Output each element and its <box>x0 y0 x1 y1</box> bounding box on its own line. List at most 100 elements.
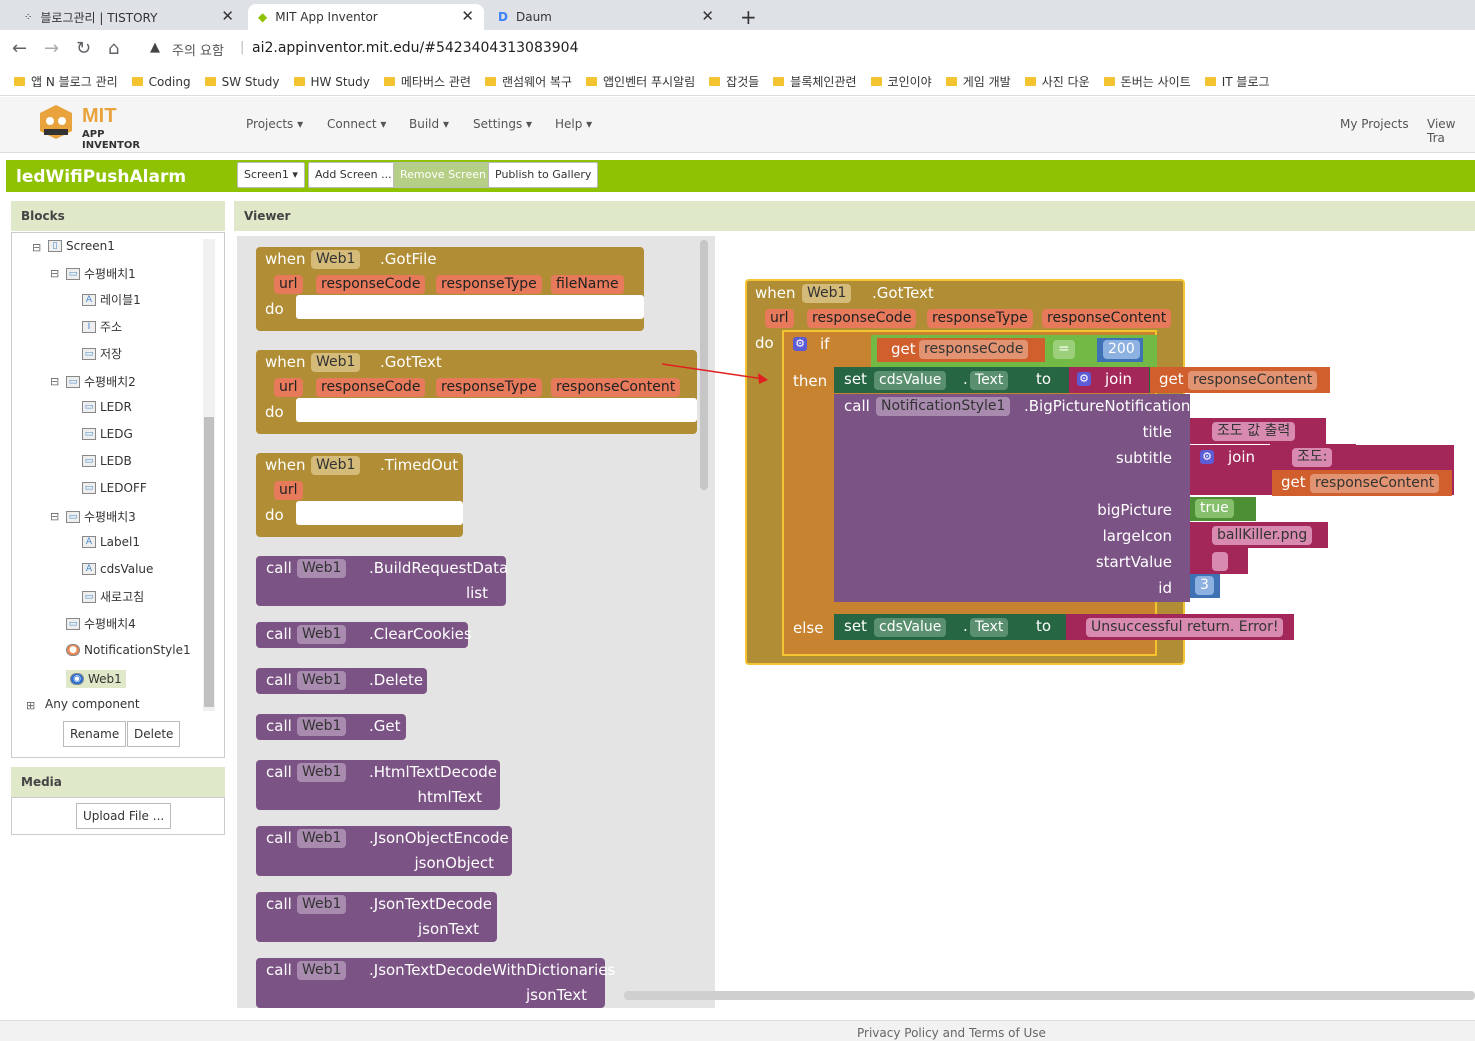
component-dropdown[interactable]: Web1 <box>297 559 347 578</box>
security-label[interactable]: 주의 요함 <box>172 40 224 59</box>
method-block[interactable]: call Web1 .JsonTextDecodeWithDictionaries j… <box>256 958 615 1008</box>
text-value[interactable]: 조도: <box>1292 448 1333 467</box>
component-dropdown[interactable]: Web1 <box>297 763 347 782</box>
close-tab-icon[interactable]: ✕ <box>701 7 714 25</box>
home-icon[interactable]: ⌂ <box>108 38 119 59</box>
add-screen-button[interactable]: Add Screen ... <box>308 162 399 188</box>
text-block[interactable]: ballKiller.png <box>1190 522 1328 548</box>
method-block[interactable]: call Web1 .ClearCookies <box>256 622 472 648</box>
mutator-icon[interactable]: ⚙ <box>793 337 807 351</box>
param-url[interactable]: url <box>274 378 303 397</box>
delete-button[interactable]: Delete <box>127 721 181 747</box>
variable-dropdown[interactable]: responseContent <box>1188 371 1318 390</box>
component-dropdown[interactable]: Web1 <box>297 625 347 644</box>
tab-app-inventor[interactable]: ◆ MIT App Inventor ✕ <box>248 4 484 30</box>
view-trash-link[interactable]: View Tra <box>1427 117 1475 145</box>
number-block[interactable]: 3 <box>1190 574 1220 598</box>
tree-item[interactable]: ▯ Screen1 <box>48 239 115 253</box>
variable-dropdown[interactable]: responseContent <box>1310 474 1440 493</box>
number-block[interactable]: 200 <box>1097 338 1143 362</box>
method-block[interactable]: call Web1 .JsonObjectEncode jsonObject <box>256 826 512 876</box>
tree-item[interactable]: Any component <box>45 697 140 711</box>
get-block[interactable]: get responseContent <box>1272 470 1452 496</box>
bookmark-item[interactable]: 잡것들 <box>709 73 759 90</box>
component-dropdown[interactable]: Web1 <box>311 250 361 269</box>
bookmark-item[interactable]: HW Study <box>293 75 370 89</box>
param-responseType[interactable]: responseType <box>436 378 542 397</box>
remove-screen-button[interactable]: Remove Screen <box>393 162 493 188</box>
menu-settings[interactable]: Settings ▾ <box>473 117 532 131</box>
warning-icon[interactable]: ▲ <box>150 40 160 55</box>
collapse-icon[interactable]: ⊟ <box>50 510 59 523</box>
bookmark-item[interactable]: 앱인벤터 푸시알림 <box>586 73 695 90</box>
param[interactable]: responseCode <box>807 309 917 328</box>
method-block[interactable]: call Web1 .BuildRequestData list <box>256 556 508 606</box>
close-tab-icon[interactable]: ✕ <box>221 7 234 25</box>
param-fileName[interactable]: fileName <box>551 275 624 294</box>
text-value[interactable]: Unsuccessful return. Error! <box>1086 618 1284 637</box>
component-dropdown[interactable]: Web1 <box>311 456 361 475</box>
tree-item[interactable]: ▭ 새로고침 <box>82 588 144 605</box>
reload-icon[interactable]: ↻ <box>76 38 91 59</box>
bookmark-item[interactable]: Coding <box>131 75 191 89</box>
bookmark-item[interactable]: 블록체인관련 <box>773 73 857 90</box>
upload-file-button[interactable]: Upload File ... <box>76 803 172 829</box>
text-block[interactable] <box>1190 548 1248 574</box>
property-dropdown[interactable]: Text <box>970 618 1009 637</box>
bookmark-item[interactable]: 사진 다운 <box>1024 73 1090 90</box>
tree-item[interactable]: ● NotificationStyle1 <box>66 643 191 657</box>
tree-item[interactable]: ◉ Web1 <box>66 670 126 688</box>
param[interactable]: responseContent <box>1042 309 1172 328</box>
bookmark-item[interactable]: 돈버는 사이트 <box>1103 73 1191 90</box>
number-value[interactable]: 200 <box>1103 340 1140 359</box>
collapse-icon[interactable]: ⊟ <box>50 375 59 388</box>
component-dropdown[interactable]: Web1 <box>297 829 347 848</box>
tab-tistory[interactable]: ⁘ 블로그관리 | TISTORY ✕ <box>14 4 244 30</box>
component-dropdown[interactable]: Web1 <box>297 961 347 980</box>
operator-dropdown[interactable]: = <box>1053 340 1075 359</box>
method-block[interactable]: call Web1 .Delete <box>256 668 427 694</box>
tree-item[interactable]: ▭ LEDG <box>82 427 133 441</box>
tree-item[interactable]: ▭ LEDR <box>82 400 132 414</box>
bookmark-item[interactable]: 코인이야 <box>870 73 932 90</box>
back-icon[interactable]: ← <box>12 38 27 59</box>
tree-item[interactable]: ▭ LEDOFF <box>82 481 147 495</box>
mutator-icon[interactable]: ⚙ <box>1200 450 1214 464</box>
mit-logo[interactable]: MIT APP INVENTOR <box>34 103 164 151</box>
bookmark-item[interactable]: 앱 N 블로그 관리 <box>14 73 118 90</box>
number-value[interactable]: 3 <box>1195 576 1214 595</box>
component-dropdown[interactable]: cdsValue <box>874 371 947 390</box>
join-block[interactable]: ⚙ join <box>1069 367 1149 393</box>
get-block[interactable]: get responseContent <box>1150 367 1330 393</box>
tree-scrollbar[interactable] <box>203 239 215 711</box>
text-value[interactable]: 조도 값 출력 <box>1212 422 1296 441</box>
bookmark-item[interactable]: IT 블로그 <box>1204 73 1270 90</box>
tree-item[interactable]: ▭ 저장 <box>82 345 122 362</box>
bookmark-item[interactable]: SW Study <box>204 75 280 89</box>
event-block-gotfile[interactable]: when Web1 .GotFile url responseCode responseT… <box>256 247 644 331</box>
text-block[interactable]: 조도 값 출력 <box>1190 418 1326 444</box>
publish-button[interactable]: Publish to Gallery <box>488 162 599 188</box>
component-dropdown[interactable]: Web1 <box>297 671 347 690</box>
bookmark-item[interactable]: 게임 개발 <box>945 73 1011 90</box>
text-block[interactable]: Unsuccessful return. Error! <box>1066 614 1294 640</box>
boolean-block[interactable]: true <box>1190 497 1256 521</box>
tree-item[interactable]: A 레이블1 <box>82 291 141 308</box>
method-block[interactable]: call Web1 .Get <box>256 714 406 740</box>
bookmark-item[interactable]: 랜섬웨어 복구 <box>484 73 572 90</box>
tree-item[interactable]: ▭ 수평배치4 <box>66 615 136 632</box>
tree-item[interactable]: A Label1 <box>82 535 140 549</box>
menu-projects[interactable]: Projects ▾ <box>246 117 303 131</box>
property-dropdown[interactable]: Text <box>970 371 1009 390</box>
text-block[interactable]: 조도: <box>1270 444 1356 470</box>
method-block[interactable]: call Web1 .HtmlTextDecode htmlText <box>256 760 500 810</box>
tree-item[interactable]: ▭ LEDB <box>82 454 132 468</box>
event-block-gottext[interactable]: when Web1 .GotText url responseCode responseT… <box>256 350 697 434</box>
component-dropdown[interactable]: NotificationStyle1 <box>876 397 1011 416</box>
variable-dropdown[interactable]: responseCode <box>919 340 1029 359</box>
new-tab-icon[interactable]: + <box>730 4 760 30</box>
boolean-value[interactable]: true <box>1195 499 1234 518</box>
tree-item[interactable]: ▭ 수평배치3 <box>66 508 136 525</box>
mutator-icon[interactable]: ⚙ <box>1077 372 1091 386</box>
menu-connect[interactable]: Connect ▾ <box>327 117 386 131</box>
